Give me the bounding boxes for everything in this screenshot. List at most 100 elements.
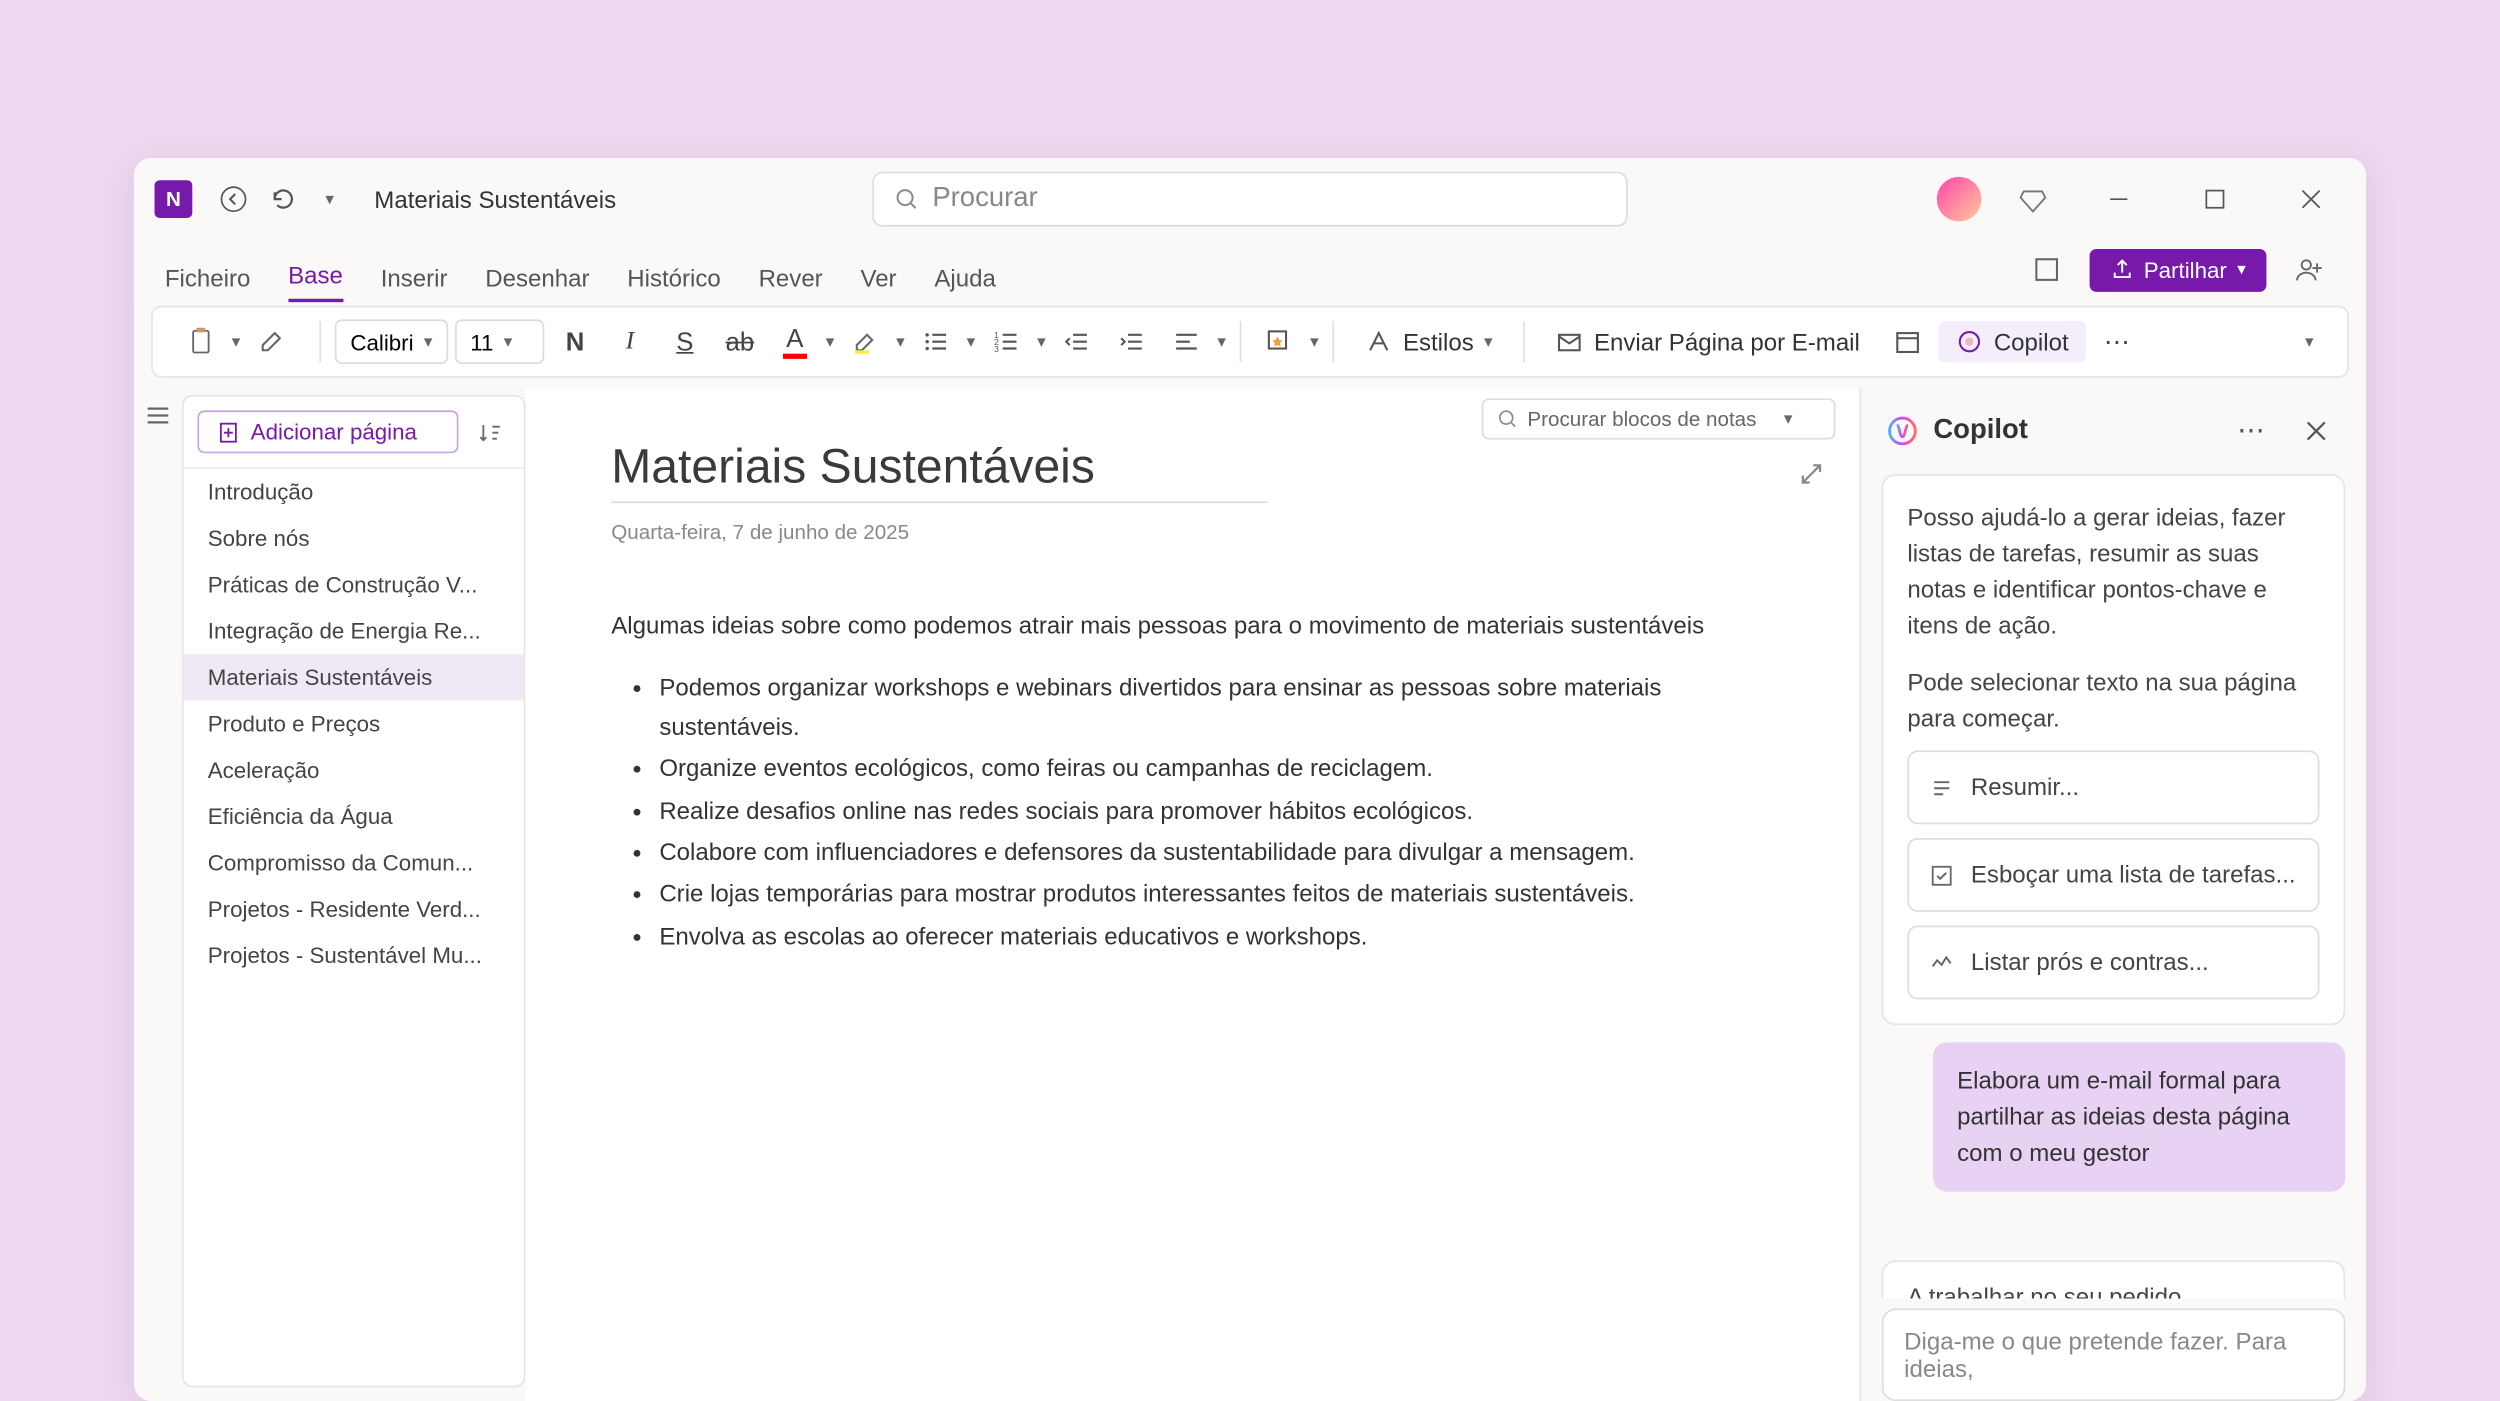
strikethrough-button[interactable]: ab xyxy=(716,318,764,366)
nav-toggle-button[interactable] xyxy=(134,388,182,1401)
add-page-button[interactable]: Adicionar página xyxy=(197,410,458,453)
arrow-left-icon xyxy=(220,185,247,212)
chevron-down-icon: ▾ xyxy=(1784,410,1793,429)
chevron-down-icon: ▾ xyxy=(504,332,513,351)
close-button[interactable] xyxy=(2277,165,2346,234)
search-icon xyxy=(895,187,919,211)
italic-button[interactable]: I xyxy=(606,318,654,366)
more-commands-button[interactable]: ⋯ xyxy=(2093,318,2141,366)
back-button[interactable] xyxy=(209,175,257,223)
page-item[interactable]: Produto e Preços xyxy=(184,701,524,747)
chevron-down-icon: ▾ xyxy=(424,332,433,351)
customize-quickaccess-button[interactable]: ▾ xyxy=(306,175,354,223)
tab-ver[interactable]: Ver xyxy=(860,264,896,302)
page-item[interactable]: Introdução xyxy=(184,469,524,515)
maximize-button[interactable] xyxy=(2181,165,2250,234)
note-bullet: Podemos organizar workshops e webinars d… xyxy=(659,669,1773,746)
chevron-down-icon: ▾ xyxy=(2237,260,2246,279)
brush-icon xyxy=(258,328,285,355)
tab-rever[interactable]: Rever xyxy=(759,264,823,302)
page-item[interactable]: Projetos - Residente Verd... xyxy=(184,886,524,932)
format-painter-button[interactable] xyxy=(247,318,295,366)
page-item[interactable]: Materiais Sustentáveis xyxy=(184,654,524,700)
note-title[interactable]: Materiais Sustentáveis xyxy=(611,440,1266,504)
copilot-user-message: Elabora um e-mail formal para partilhar … xyxy=(1933,1042,2345,1191)
chevron-down-icon[interactable]: ▾ xyxy=(1217,332,1226,351)
ribbon-collapse-button[interactable]: ▾ xyxy=(2285,318,2333,366)
summarize-icon xyxy=(1930,775,1954,799)
chevron-down-icon[interactable]: ▾ xyxy=(967,332,976,351)
styles-button[interactable]: Estilos ▾ xyxy=(1348,318,1510,366)
diamond-premium-icon[interactable] xyxy=(2009,175,2057,223)
tab-historico[interactable]: Histórico xyxy=(627,264,721,302)
user-avatar[interactable] xyxy=(1937,177,1982,222)
paste-button[interactable] xyxy=(177,318,225,366)
bullet-list-button[interactable] xyxy=(912,318,960,366)
note-canvas[interactable]: Procurar blocos de notas ▾ Materiais Sus… xyxy=(525,388,1859,1401)
minimize-button[interactable] xyxy=(2084,165,2153,234)
numbered-list-button[interactable]: 123 xyxy=(982,318,1030,366)
close-icon xyxy=(2301,189,2322,210)
font-color-button[interactable]: A xyxy=(771,318,819,366)
share-icon xyxy=(2109,258,2133,282)
copilot-suggestion-summarize[interactable]: Resumir... xyxy=(1908,750,2320,824)
onenote-app-icon: N xyxy=(155,180,193,218)
tag-button[interactable] xyxy=(1255,318,1303,366)
page-item[interactable]: Aceleração xyxy=(184,747,524,793)
search-box[interactable]: Procurar xyxy=(872,172,1627,227)
font-size-select[interactable]: 11 ▾ xyxy=(455,319,544,364)
tab-base[interactable]: Base xyxy=(288,261,343,302)
close-icon xyxy=(2304,419,2328,443)
chevron-down-icon: ▾ xyxy=(1484,332,1493,351)
underline-button[interactable]: S xyxy=(661,318,709,366)
sort-pages-button[interactable] xyxy=(469,411,510,452)
expand-page-button[interactable] xyxy=(1798,460,1825,496)
page-item[interactable]: Projetos - Sustentável Mu... xyxy=(184,932,524,978)
chevron-down-icon[interactable]: ▾ xyxy=(826,332,835,351)
copilot-ribbon-button[interactable]: Copilot xyxy=(1939,321,2086,362)
indent-button[interactable] xyxy=(1108,318,1156,366)
copilot-suggestion-proscons[interactable]: Listar prós e contras... xyxy=(1908,925,2320,999)
chevron-down-icon[interactable]: ▾ xyxy=(232,332,241,351)
highlight-button[interactable] xyxy=(841,318,889,366)
svg-text:3: 3 xyxy=(994,344,999,354)
chevron-down-icon: ▾ xyxy=(2305,332,2314,351)
open-window-button[interactable] xyxy=(2020,244,2072,296)
copilot-close-button[interactable] xyxy=(2290,405,2342,457)
page-item[interactable]: Eficiência da Água xyxy=(184,793,524,839)
app-window: N ▾ Materiais Sustentáveis Procurar xyxy=(134,158,2366,1401)
email-page-button[interactable]: Enviar Página por E-mail xyxy=(1539,318,1877,366)
chevron-down-icon[interactable]: ▾ xyxy=(896,332,905,351)
chevron-down-icon[interactable]: ▾ xyxy=(1037,332,1046,351)
copilot-suggestion-tasklist[interactable]: Esboçar uma lista de tarefas... xyxy=(1908,838,2320,912)
bold-button[interactable]: N xyxy=(551,318,599,366)
chevron-down-icon[interactable]: ▾ xyxy=(1310,332,1319,351)
page-item[interactable]: Práticas de Construção V... xyxy=(184,561,524,607)
maximize-icon xyxy=(2205,189,2226,210)
tab-desenhar[interactable]: Desenhar xyxy=(485,264,589,302)
note-body[interactable]: Algumas ideias sobre como podemos atrair… xyxy=(611,606,1773,955)
share-button[interactable]: Partilhar ▾ xyxy=(2089,248,2267,291)
font-name-select[interactable]: Calibri ▾ xyxy=(335,319,448,364)
page-item[interactable]: Integração de Energia Re... xyxy=(184,608,524,654)
align-icon xyxy=(1173,328,1200,355)
outdent-icon xyxy=(1063,328,1090,355)
page-item[interactable]: Compromisso da Comun... xyxy=(184,840,524,886)
tab-ajuda[interactable]: Ajuda xyxy=(934,264,995,302)
copilot-input[interactable]: Diga-me o que pretende fazer. Para ideia… xyxy=(1882,1308,2346,1401)
expand-icon xyxy=(1798,460,1825,487)
copilot-more-button[interactable]: ⋯ xyxy=(2225,405,2277,457)
search-notebooks-button[interactable]: Procurar blocos de notas ▾ xyxy=(1481,398,1835,439)
tab-ficheiro[interactable]: Ficheiro xyxy=(165,264,251,302)
meeting-details-button[interactable] xyxy=(1884,318,1932,366)
undo-icon xyxy=(268,185,295,212)
people-button[interactable] xyxy=(2284,244,2336,296)
styles-icon xyxy=(1365,328,1392,355)
undo-button[interactable] xyxy=(258,175,306,223)
note-date: Quarta-feira, 7 de junho de 2025 xyxy=(611,520,1773,544)
person-add-icon xyxy=(2294,254,2325,285)
tab-inserir[interactable]: Inserir xyxy=(381,264,448,302)
align-button[interactable] xyxy=(1162,318,1210,366)
outdent-button[interactable] xyxy=(1053,318,1101,366)
page-item[interactable]: Sobre nós xyxy=(184,515,524,561)
